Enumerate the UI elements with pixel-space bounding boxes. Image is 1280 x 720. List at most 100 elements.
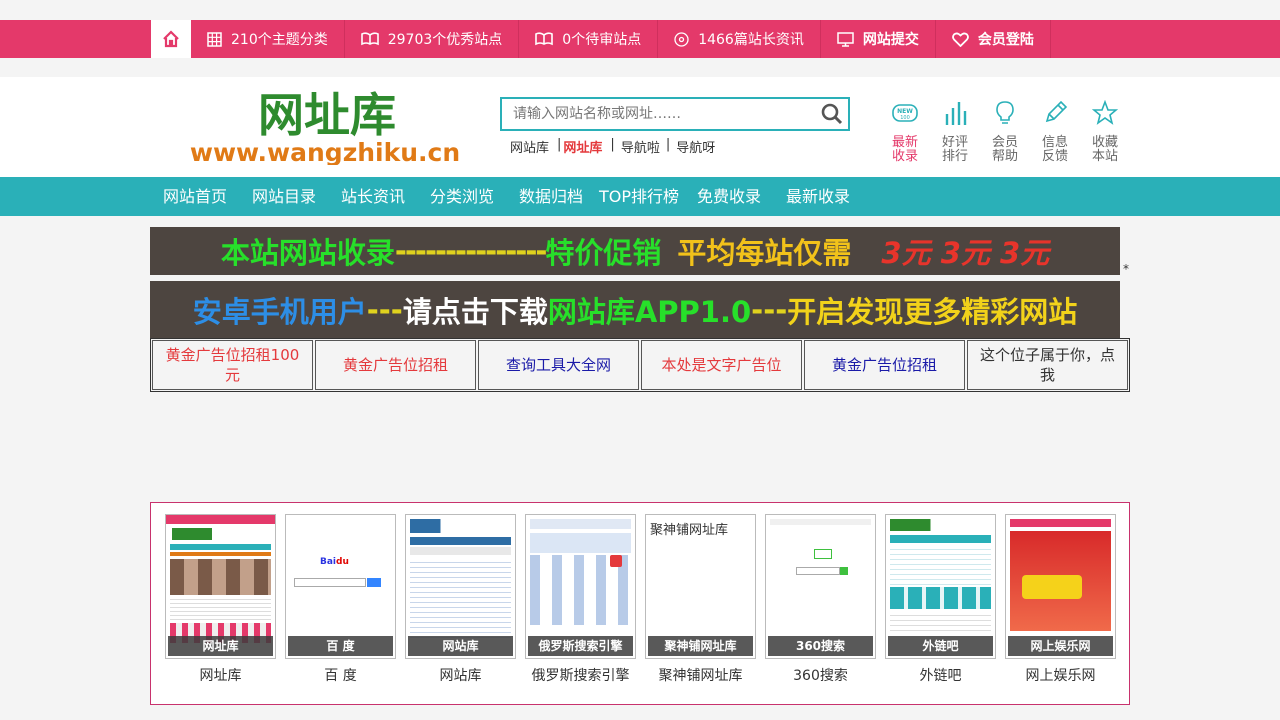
thumbnail-label: 网站库 bbox=[408, 636, 513, 656]
site-name[interactable]: 网上娱乐网 bbox=[1005, 665, 1116, 685]
search-sublinks: 网站库 | 网址库 | 导航啦 | 导航呀 bbox=[510, 137, 715, 156]
sublink-wangzhiku[interactable]: 网址库 bbox=[563, 137, 602, 156]
text-ad-cell[interactable]: 这个位子属于你，点我 bbox=[967, 340, 1128, 390]
quick-line1: 最新 bbox=[891, 135, 918, 150]
thumbnail-label: 网址库 bbox=[168, 636, 273, 656]
topbar-pending[interactable]: 0个待审站点 bbox=[519, 20, 659, 58]
nav-home[interactable]: 网站首页 bbox=[163, 177, 227, 216]
thumbnail-label: 俄罗斯搜索引擎 bbox=[528, 636, 633, 656]
book-icon bbox=[360, 32, 379, 46]
banner-text: 安卓手机用户 bbox=[192, 294, 367, 329]
quick-feedback[interactable]: 信息 反馈 bbox=[1035, 99, 1075, 164]
text-ad-cell[interactable]: 本处是文字广告位 bbox=[641, 340, 802, 390]
quick-help[interactable]: 会员 帮助 bbox=[985, 99, 1025, 164]
banner-text: 请点击下载 bbox=[402, 294, 548, 329]
site-card[interactable]: 俄罗斯搜索引擎 俄罗斯搜索引擎 bbox=[525, 514, 636, 685]
banner-text: 平均每站仅需 bbox=[677, 236, 852, 270]
home-button[interactable] bbox=[151, 20, 191, 58]
site-name[interactable]: 外链吧 bbox=[885, 665, 996, 685]
nav-archive[interactable]: 数据归档 bbox=[519, 177, 583, 216]
site-card[interactable]: 聚神铺网址库 聚神铺网址库 聚神铺网址库 bbox=[645, 514, 756, 685]
logo-main-text: 网址库 bbox=[258, 88, 396, 142]
monitor-icon bbox=[837, 31, 854, 47]
site-thumbnail[interactable]: 聚神铺网址库 聚神铺网址库 bbox=[645, 514, 756, 659]
home-icon bbox=[163, 30, 179, 48]
promo-banner-submission[interactable]: 本站网站收录 --------------- 特价促销 平均每站仅需 3元 3元… bbox=[150, 227, 1120, 275]
quick-line2: 排行 bbox=[941, 149, 968, 164]
search-icon[interactable] bbox=[820, 102, 844, 126]
site-card[interactable]: 360搜索 360搜索 bbox=[765, 514, 876, 685]
quick-latest[interactable]: NEW 100 最新 收录 bbox=[885, 99, 925, 164]
text-ad-cell[interactable]: 黄金广告位招租100元 bbox=[152, 340, 313, 390]
grid-icon bbox=[207, 31, 222, 47]
site-name[interactable]: 聚神铺网址库 bbox=[645, 665, 756, 685]
quick-line1: 收藏 bbox=[1091, 135, 1118, 150]
banner-text: 特价促销 bbox=[545, 236, 662, 270]
quick-line2: 帮助 bbox=[991, 149, 1018, 164]
nav-news[interactable]: 站长资讯 bbox=[341, 177, 405, 216]
quick-line2: 收录 bbox=[891, 149, 918, 164]
site-card[interactable]: 外链吧 外链吧 bbox=[885, 514, 996, 685]
quick-bookmark[interactable]: 收藏 本站 bbox=[1085, 99, 1125, 164]
topbar-sites[interactable]: 29703个优秀站点 bbox=[345, 20, 520, 58]
topbar-submit[interactable]: 网站提交 bbox=[821, 20, 936, 58]
thumbnail-label: 聚神铺网址库 bbox=[648, 636, 753, 656]
top-bar: 210个主题分类 29703个优秀站点 0个待审站点 1466篇站长资讯 网站提… bbox=[0, 20, 1280, 58]
svg-text:NEW: NEW bbox=[897, 108, 913, 115]
site-name[interactable]: 百 度 bbox=[285, 665, 396, 685]
site-thumbnail[interactable]: 外链吧 bbox=[885, 514, 996, 659]
disc-icon bbox=[674, 31, 689, 47]
banner-text: --------------- bbox=[394, 234, 548, 268]
site-card[interactable]: 网上娱乐网 网上娱乐网 bbox=[1005, 514, 1116, 685]
text-ad-cell[interactable]: 黄金广告位招租 bbox=[315, 340, 476, 390]
topbar-label: 网站提交 bbox=[862, 32, 919, 48]
text-ad-cell[interactable]: 查询工具大全网 bbox=[478, 340, 639, 390]
site-card[interactable]: 网址库 网址库 bbox=[165, 514, 276, 685]
site-thumbnail[interactable]: 360搜索 bbox=[765, 514, 876, 659]
search-input[interactable] bbox=[502, 99, 802, 129]
topbar-label: 会员登陆 bbox=[977, 32, 1034, 48]
banner-asterisk: * bbox=[1123, 262, 1129, 276]
text-ad-table: 黄金广告位招租100元 黄金广告位招租 查询工具大全网 本处是文字广告位 黄金广… bbox=[150, 338, 1130, 392]
banner-text: 本站网站收录 bbox=[220, 236, 395, 270]
site-card[interactable]: Baidu 百 度 百 度 bbox=[285, 514, 396, 685]
site-thumbnail[interactable]: 网站库 bbox=[405, 514, 516, 659]
sublink-wangzhanku[interactable]: 网站库 bbox=[510, 137, 549, 156]
pencil-icon bbox=[1045, 100, 1068, 123]
site-name[interactable]: 360搜索 bbox=[765, 665, 876, 685]
banner-text: 开启发现更多精彩网站 bbox=[787, 294, 1078, 329]
quick-line2: 反馈 bbox=[1041, 149, 1068, 164]
promo-banner-app[interactable]: 安卓手机用户 --- 请点击下载 网站库APP1.0 --- 开启发现更多精彩网… bbox=[150, 281, 1120, 338]
site-thumbnail[interactable]: 俄罗斯搜索引擎 bbox=[525, 514, 636, 659]
site-thumbnail[interactable]: 网上娱乐网 bbox=[1005, 514, 1116, 659]
topbar-categories[interactable]: 210个主题分类 bbox=[191, 20, 345, 58]
quick-line1: 好评 bbox=[941, 135, 968, 150]
site-logo[interactable]: 网址库 www.wangzhiku.cn bbox=[151, 87, 499, 165]
nav-latest[interactable]: 最新收录 bbox=[786, 177, 850, 216]
nav-free-submit[interactable]: 免费收录 bbox=[697, 177, 761, 216]
site-card[interactable]: 网站库 网站库 bbox=[405, 514, 516, 685]
text-ad-cell[interactable]: 黄金广告位招租 bbox=[804, 340, 965, 390]
nav-categories[interactable]: 分类浏览 bbox=[430, 177, 494, 216]
nav-directory[interactable]: 网站目录 bbox=[252, 177, 316, 216]
site-name[interactable]: 网址库 bbox=[165, 665, 276, 685]
quick-ranking[interactable]: 好评 排行 bbox=[935, 99, 975, 164]
banner-text: 网站库APP1.0 bbox=[547, 294, 752, 329]
sublink-separator: | bbox=[610, 137, 615, 152]
nav-top-ranking[interactable]: TOP排行榜 bbox=[599, 177, 679, 216]
site-thumbnail[interactable]: 网址库 bbox=[165, 514, 276, 659]
topbar-news[interactable]: 1466篇站长资讯 bbox=[658, 20, 821, 58]
topbar-label: 1466篇站长资讯 bbox=[698, 32, 804, 48]
topbar-login[interactable]: 会员登陆 bbox=[936, 20, 1051, 58]
lightbulb-icon bbox=[996, 101, 1014, 124]
thumbnail-label: 网上娱乐网 bbox=[1008, 636, 1113, 656]
quick-line1: 会员 bbox=[991, 135, 1018, 150]
sublink-daohangya[interactable]: 导航呀 bbox=[676, 137, 715, 156]
svg-text:100: 100 bbox=[900, 115, 910, 121]
baidu-mini-logo: Baidu bbox=[320, 557, 349, 567]
logo-url-text: www.wangzhiku.cn bbox=[190, 138, 460, 165]
site-thumbnail[interactable]: Baidu 百 度 bbox=[285, 514, 396, 659]
site-name[interactable]: 网站库 bbox=[405, 665, 516, 685]
sublink-daohangla[interactable]: 导航啦 bbox=[621, 137, 660, 156]
site-name[interactable]: 俄罗斯搜索引擎 bbox=[525, 665, 636, 685]
